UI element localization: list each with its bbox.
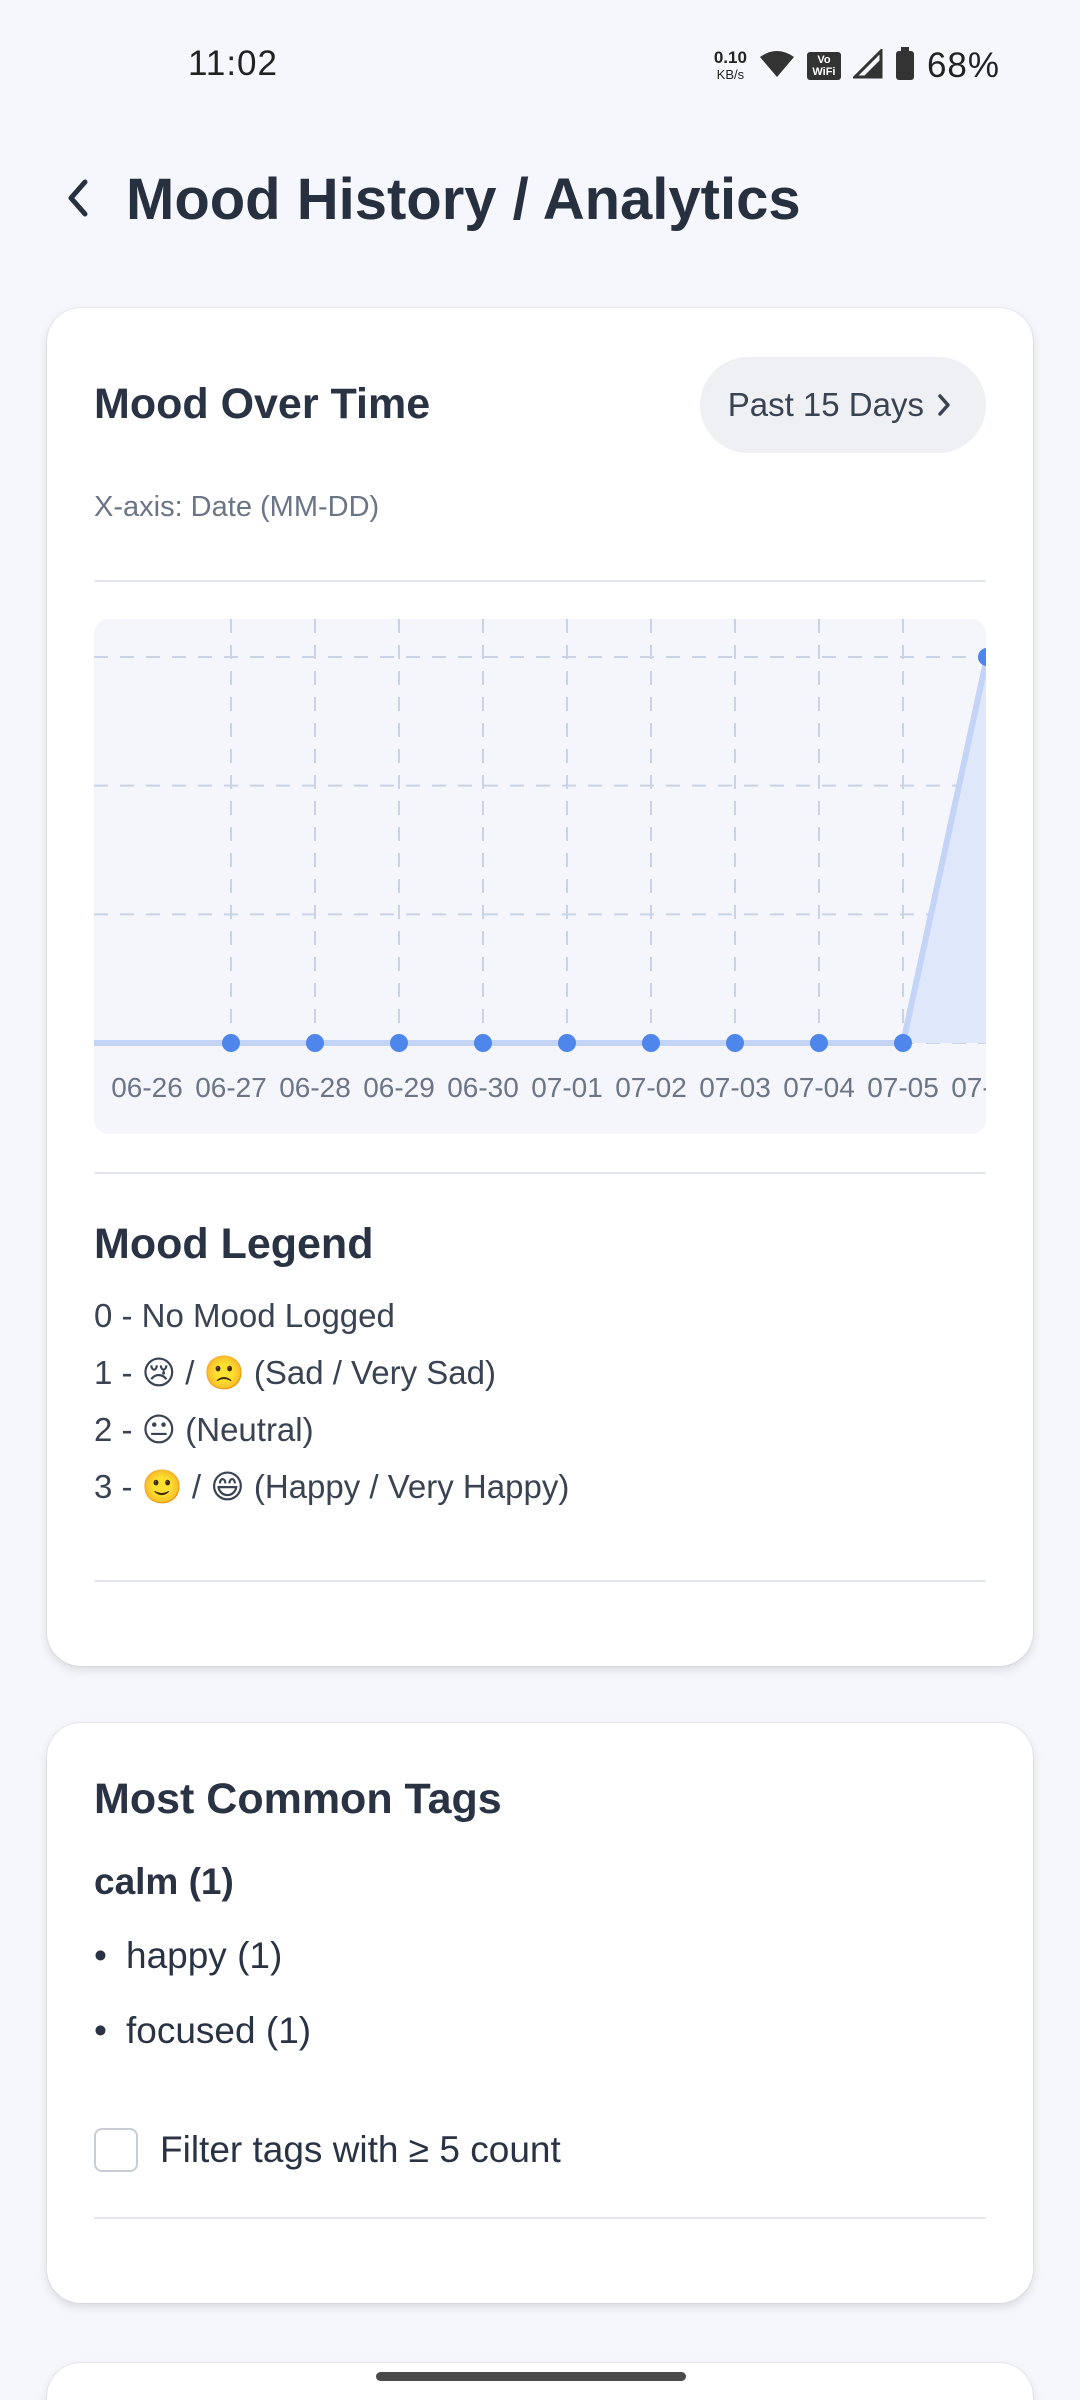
status-icons: 0.10 KB/s Vo WiFi 68% (714, 46, 1000, 86)
data-point (810, 1034, 828, 1052)
status-time: 11:02 (188, 44, 278, 83)
x-tick-label: 06-26 (111, 1072, 183, 1103)
common-tags-card: Most Common Tags calm (1) • happy (1) • fo… (47, 1723, 1033, 2303)
data-point (726, 1034, 744, 1052)
chevron-left-icon (68, 179, 88, 217)
filter-tags-row[interactable]: Filter tags with ≥ 5 count (94, 2128, 561, 2172)
top-tag: calm (1) (94, 1861, 234, 1902)
tag-list: • happy (1) • focused (1) (94, 1926, 311, 2076)
mood-legend-list: 0 - No Mood Logged 1 - 😢 / 🙁 (Sad / Very… (94, 1292, 569, 1520)
chevron-right-icon (938, 394, 950, 416)
tag-label: focused (1) (126, 2010, 312, 2051)
x-tick-label: 06-30 (447, 1072, 519, 1103)
page-title: Mood History / Analytics (126, 167, 801, 232)
legend-item: 3 - 🙂 / 😄 (Happy / Very Happy) (94, 1468, 570, 1505)
legend-item: 2 - 😐 (Neutral) (94, 1411, 314, 1448)
data-point (474, 1034, 492, 1052)
network-speed: 0.10 KB/s (714, 49, 747, 83)
data-point (642, 1034, 660, 1052)
mood-legend-title: Mood Legend (94, 1220, 374, 1268)
filter-tags-checkbox[interactable] (94, 2128, 138, 2172)
divider (94, 1580, 986, 1582)
data-point (390, 1034, 408, 1052)
tag-item: • happy (1) (94, 1926, 311, 2001)
battery-percentage: 68% (926, 46, 1000, 85)
x-tick-label: 07-06 (951, 1072, 986, 1103)
network-speed-unit: KB/s (716, 67, 745, 82)
mood-chart: 06-26 06-27 06-28 06-29 06-30 07-01 07-02 07-03… (94, 619, 986, 1134)
x-tick-label: 06-27 (195, 1072, 267, 1103)
x-tick-label: 07-03 (699, 1072, 771, 1103)
filter-tags-label[interactable]: Filter tags with ≥ 5 count (160, 2129, 561, 2171)
common-tags-title: Most Common Tags (94, 1775, 502, 1823)
data-point (978, 648, 986, 666)
legend-item: 0 - No Mood Logged (94, 1297, 395, 1334)
divider (94, 1172, 986, 1174)
x-tick-label: 07-05 (867, 1072, 939, 1103)
status-bar: 11:02 0.10 KB/s Vo WiFi 68% (0, 0, 1080, 120)
mood-over-time-title: Mood Over Time (94, 380, 431, 428)
x-tick-label: 07-02 (615, 1072, 687, 1103)
series-line (94, 656, 986, 1046)
range-selector-button[interactable]: Past 15 Days (699, 357, 986, 453)
network-speed-value: 0.10 (713, 48, 747, 67)
x-tick-label: 06-28 (279, 1072, 351, 1103)
x-axis-caption: X-axis: Date (MM-DD) (94, 491, 380, 523)
legend-item: 1 - 😢 / 🙁 (Sad / Very Sad) (94, 1354, 496, 1391)
battery-icon (895, 46, 915, 86)
signal-icon (851, 46, 883, 84)
tag-label: happy (1) (126, 1935, 283, 1976)
app-header: Mood History / Analytics (0, 150, 1080, 250)
mood-chart-svg: 06-26 06-27 06-28 06-29 06-30 07-01 07-02 07-03… (94, 619, 986, 1103)
next-card (47, 2363, 1033, 2400)
data-point (894, 1034, 912, 1052)
data-point (306, 1034, 324, 1052)
home-indicator[interactable] (376, 2372, 686, 2381)
back-button[interactable] (52, 172, 104, 224)
range-selector-label: Past 15 Days (727, 386, 924, 423)
mood-history-screen: 11:02 0.10 KB/s Vo WiFi 68% Mood History… (0, 0, 1080, 2400)
divider (94, 2217, 986, 2219)
data-point (558, 1034, 576, 1052)
x-tick-label: 07-01 (531, 1072, 603, 1103)
x-tick-label: 06-29 (363, 1072, 435, 1103)
divider (94, 580, 986, 582)
x-tick-label: 07-04 (783, 1072, 855, 1103)
bullet: • (94, 1935, 107, 1976)
bullet: • (94, 2010, 107, 2051)
tag-item: • focused (1) (94, 2001, 311, 2076)
volte-icon: Vo WiFi (806, 52, 841, 80)
wifi-icon (759, 49, 795, 84)
data-point (222, 1034, 240, 1052)
mood-over-time-card: Mood Over Time Past 15 Days X-axis: Date… (47, 308, 1033, 1666)
